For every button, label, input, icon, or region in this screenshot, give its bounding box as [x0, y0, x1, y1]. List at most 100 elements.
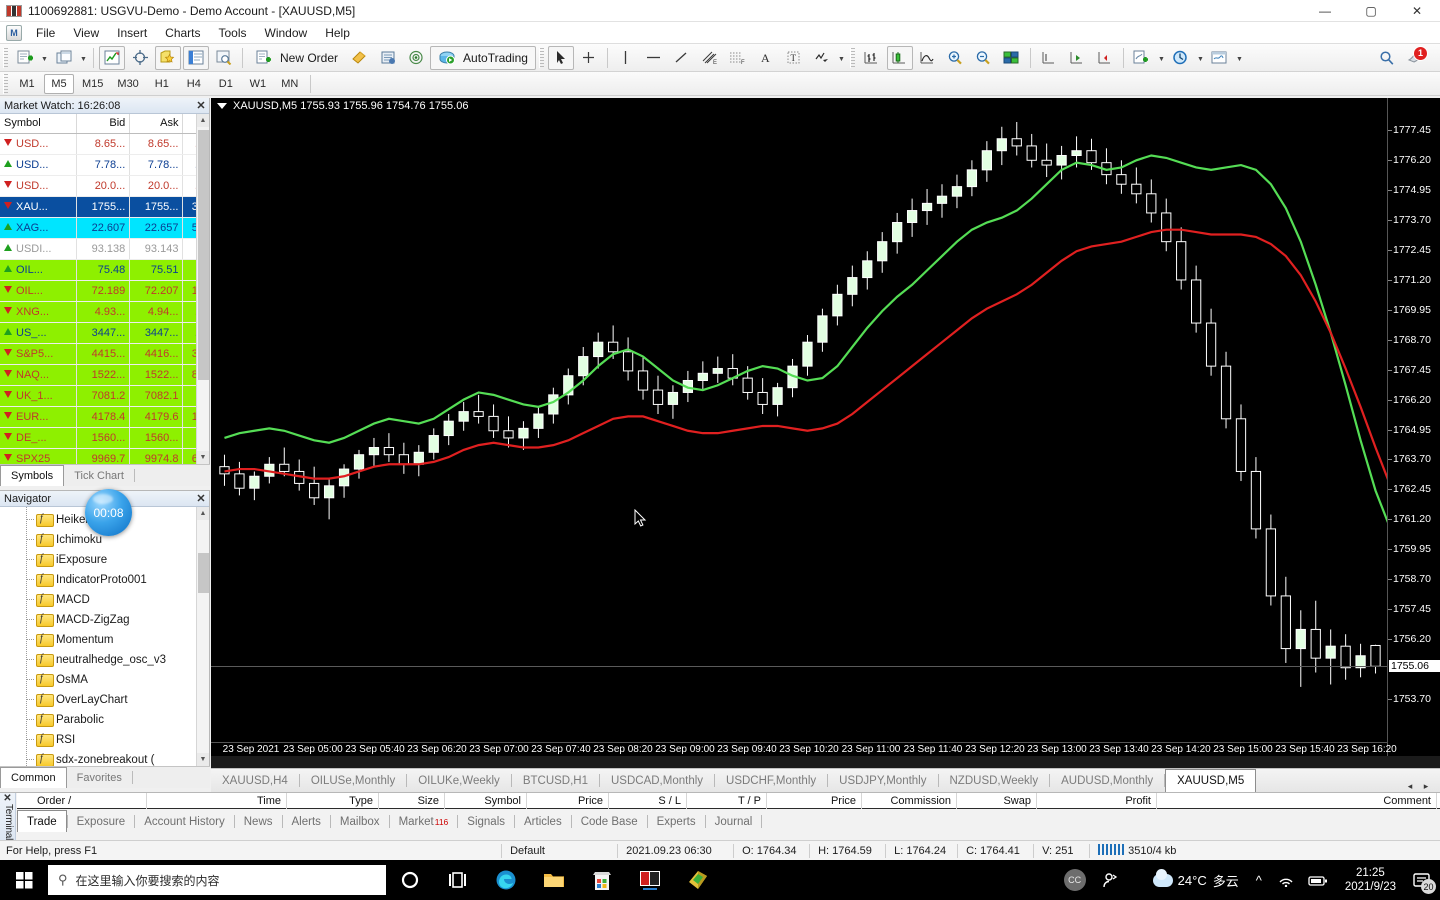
column-bid[interactable]: Bid — [76, 114, 131, 134]
fibonacci-icon[interactable]: F — [725, 46, 751, 70]
weather-widget[interactable]: 24°C 多云 — [1127, 868, 1247, 890]
new-chart-icon[interactable] — [12, 46, 38, 70]
terminal-column-header[interactable]: Profit — [1097, 793, 1157, 809]
list-item[interactable]: neutralhedge_osc_v3 — [0, 650, 196, 670]
terminal-column-header[interactable]: S / L — [637, 793, 687, 809]
chart-canvas[interactable] — [211, 98, 1387, 742]
timeframe-h1[interactable]: H1 — [147, 74, 177, 94]
menu-item-view[interactable]: View — [64, 24, 108, 42]
tab-favorites[interactable]: Favorites — [67, 768, 132, 788]
chart-tab[interactable]: OILUSe,Monthly — [300, 770, 406, 792]
table-row[interactable]: US_...3447...3447...... — [0, 322, 209, 344]
table-row[interactable]: UK_1...7081.27082.19 — [0, 385, 209, 407]
chart-tab[interactable]: OILUKe,Weekly — [407, 770, 511, 792]
terminal-search-icon[interactable] — [211, 46, 237, 70]
list-item[interactable]: Parabolic — [0, 710, 196, 730]
market-watch-close-icon[interactable]: ✕ — [193, 99, 209, 113]
terminal-tab[interactable]: Signals — [458, 812, 514, 832]
terminal-column-header[interactable]: Price — [547, 793, 609, 809]
timeframe-grip[interactable] — [3, 73, 8, 94]
show-hidden-icons-icon[interactable]: ^ — [1247, 873, 1271, 888]
timeframe-h4[interactable]: H4 — [179, 74, 209, 94]
list-item[interactable]: OsMA — [0, 670, 196, 690]
terminal-column-header[interactable]: Symbol — [457, 793, 527, 809]
auto-scroll-icon[interactable] — [1064, 46, 1090, 70]
scroll-down-icon[interactable]: ▼ — [197, 753, 209, 766]
equidistant-channel-icon[interactable]: E — [697, 46, 723, 70]
indicators-dropdown-icon[interactable]: ▼ — [1156, 46, 1167, 70]
price-axis[interactable]: 1777.45 1776.20 1774.95 1773.70 1772.45 1771.… — [1387, 98, 1440, 756]
table-row[interactable]: USD...7.78...7.78...... — [0, 154, 209, 176]
toolbar-grip[interactable] — [849, 47, 855, 68]
terminal-column-header[interactable]: Swap — [977, 793, 1037, 809]
taskbar-clock[interactable]: 21:25 2021/9/23 — [1335, 866, 1406, 894]
table-row[interactable]: XAG...22.60722.65750 — [0, 217, 209, 239]
bar-chart-icon[interactable] — [859, 46, 885, 70]
new-order-button[interactable]: New Order — [247, 46, 346, 70]
terminal-tab[interactable]: Code Base — [572, 812, 647, 832]
table-row[interactable]: OIL...75.4875.513 — [0, 259, 209, 281]
table-row[interactable]: USD...20.0...20.0...... — [0, 175, 209, 197]
chart-tab[interactable]: USDCHF,Monthly — [715, 770, 827, 792]
screen-recording-timer[interactable]: 00:08 — [85, 489, 132, 536]
text-label-icon[interactable]: A — [753, 46, 779, 70]
terminal-tab[interactable]: Experts — [648, 812, 705, 832]
terminal-column-header[interactable]: Size — [395, 793, 445, 809]
menu-item-window[interactable]: Window — [256, 24, 317, 42]
search-icon[interactable] — [1374, 46, 1400, 70]
chart-tab[interactable]: AUDUSD,Monthly — [1050, 770, 1164, 792]
terminal-column-header[interactable]: Price — [807, 793, 862, 809]
notification-icon[interactable]: 1 — [1402, 45, 1428, 70]
data-window-icon[interactable] — [183, 45, 209, 70]
shapes-icon[interactable] — [809, 46, 835, 70]
favorites-icon[interactable] — [155, 45, 181, 70]
market-watch-icon[interactable] — [99, 45, 125, 70]
text-icon[interactable]: T — [781, 46, 807, 70]
cc-icon[interactable]: CC — [1056, 869, 1094, 891]
menu-item-insert[interactable]: Insert — [108, 24, 156, 42]
trendline-icon[interactable] — [669, 46, 695, 70]
list-item[interactable]: MACD — [0, 590, 196, 610]
line-chart-icon[interactable] — [915, 46, 941, 70]
crosshair-toggle-icon[interactable] — [127, 46, 153, 70]
minimize-button[interactable]: — — [1302, 0, 1348, 22]
timeframe-d1[interactable]: D1 — [211, 74, 241, 94]
table-row[interactable]: XNG...4.93...4.94...... — [0, 301, 209, 323]
horizontal-line-icon[interactable] — [641, 46, 667, 70]
file-explorer-icon[interactable] — [530, 860, 578, 900]
close-button[interactable]: ✕ — [1394, 0, 1440, 22]
terminal-column-header[interactable]: Comment — [1327, 793, 1437, 809]
tab-common[interactable]: Common — [0, 767, 67, 788]
tab-symbols[interactable]: Symbols — [0, 465, 65, 486]
open-window-icon[interactable] — [51, 46, 77, 70]
terminal-column-header[interactable]: T / P — [717, 793, 767, 809]
column-symbol[interactable]: Symbol — [0, 114, 78, 134]
microsoft-store-icon[interactable] — [578, 860, 626, 900]
terminal-column-header[interactable]: Commission — [867, 793, 957, 809]
metaeditor-icon[interactable] — [347, 46, 373, 70]
table-row[interactable]: EUR...4178.44179.612 — [0, 406, 209, 428]
tab-tick-chart[interactable]: Tick Chart — [64, 466, 134, 486]
terminal-tab[interactable]: Alerts — [283, 812, 330, 832]
table-row[interactable]: OIL...72.18972.20718 — [0, 280, 209, 302]
chart-menu-icon[interactable] — [217, 103, 227, 109]
cursor-icon[interactable] — [547, 45, 574, 70]
table-row[interactable]: USDI...93.13893.1435 — [0, 238, 209, 260]
timeframe-m5[interactable]: M5 — [44, 73, 74, 94]
terminal-close-icon[interactable]: ✕ — [0, 793, 15, 804]
terminal-column-header[interactable]: Time — [217, 793, 287, 809]
scroll-end-icon[interactable] — [1036, 46, 1062, 70]
list-item[interactable]: sdx-zonebreakout ( — [0, 750, 196, 766]
navigator-close-icon[interactable]: ✕ — [193, 492, 209, 506]
indicators-icon[interactable] — [1129, 46, 1155, 70]
time-axis[interactable]: 23 Sep 2021 23 Sep 05:00 23 Sep 05:40 23 Se… — [211, 742, 1397, 756]
cortana-icon[interactable] — [386, 860, 434, 900]
timeframe-mn[interactable]: MN — [275, 74, 305, 94]
tile-windows-icon[interactable] — [999, 46, 1025, 70]
menu-item-file[interactable]: File — [27, 24, 64, 42]
table-row[interactable]: NAQ...1522...1522...80 — [0, 364, 209, 386]
chart-tab[interactable]: NZDUSD,Weekly — [939, 770, 1050, 792]
list-item[interactable]: MACD-ZigZag — [0, 610, 196, 630]
metatrader-icon[interactable] — [674, 860, 722, 900]
zoom-out-icon[interactable] — [971, 46, 997, 70]
